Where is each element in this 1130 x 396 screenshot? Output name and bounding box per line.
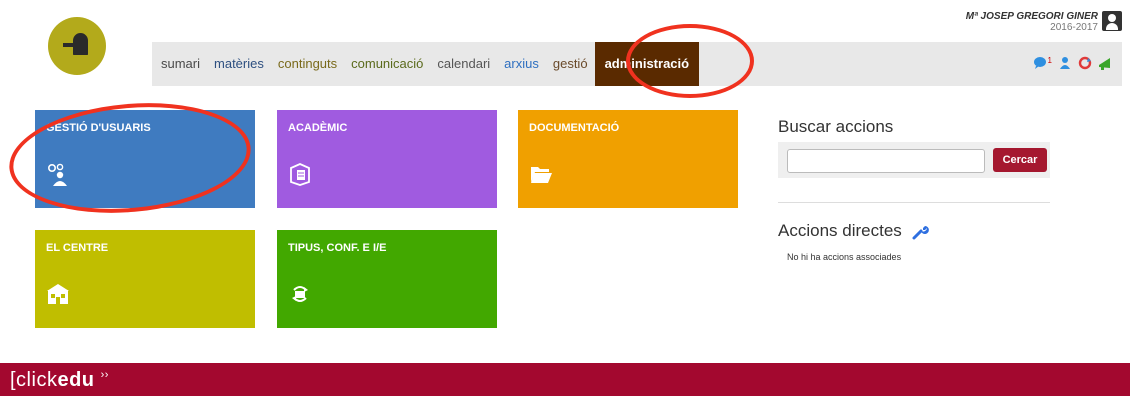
brand-arrows-icon: ›› [100, 369, 109, 381]
logo-bar [63, 43, 77, 47]
nav-item-comunicacio[interactable]: comunicació [344, 42, 430, 86]
refresh-icon[interactable] [1078, 56, 1092, 70]
user-name: Mª JOSEP GREGORI GINER [965, 11, 1098, 22]
wrench-icon[interactable] [911, 223, 929, 241]
clickedu-logo: [clickedu ›› [10, 369, 109, 392]
school-year: 2016-2017 [1050, 22, 1098, 33]
direct-actions-title: Accions directes [778, 221, 929, 241]
nav-item-gestio[interactable]: gestió [546, 42, 595, 86]
tile-el-centre[interactable]: EL CENTRE [35, 230, 255, 328]
avatar-icon[interactable] [1102, 11, 1122, 31]
nav-item-arxius[interactable]: arxius [497, 42, 546, 86]
direct-actions-label: Accions directes [778, 221, 902, 240]
search-button[interactable]: Cercar [993, 148, 1047, 172]
user-info: Mª JOSEP GREGORI GINER 2016-2017 [966, 11, 1098, 33]
notification-count: 1 [1047, 55, 1052, 65]
tile-title: ACADÈMIC [288, 122, 348, 134]
divider [778, 202, 1050, 203]
search-title: Buscar accions [778, 117, 894, 136]
tile-title: DOCUMENTACIÓ [529, 122, 620, 134]
chat-icon[interactable] [1033, 56, 1047, 70]
tile-tipus-conf[interactable]: TIPUS, CONF. E I/E [277, 230, 497, 328]
highlight-oval-admin [626, 24, 754, 98]
school-icon [47, 284, 69, 304]
sync-icon [292, 286, 308, 302]
nav-item-materies[interactable]: matèries [207, 42, 271, 86]
folder-icon [531, 167, 552, 183]
footer: [clickedu ›› [0, 363, 1130, 396]
search-input[interactable] [787, 149, 985, 173]
book-icon [290, 163, 310, 186]
tile-title: TIPUS, CONF. E I/E [288, 242, 387, 254]
brand-edu: edu [57, 369, 95, 391]
app-logo[interactable] [48, 17, 106, 75]
user-icon[interactable] [1058, 56, 1072, 70]
nav-item-sumari[interactable]: sumari [152, 42, 207, 86]
tile-title: EL CENTRE [46, 242, 109, 254]
nav-icons: 1 [1033, 56, 1112, 70]
tile-academic[interactable]: ACADÈMIC [277, 110, 497, 208]
search-panel: Cercar [778, 142, 1050, 178]
tile-documentacio[interactable]: DOCUMENTACIÓ [518, 110, 738, 208]
nav-item-calendari[interactable]: calendari [430, 42, 497, 86]
announce-icon[interactable] [1098, 56, 1112, 70]
no-actions-text: No hi ha accions associades [787, 252, 902, 262]
brand-click: [click [10, 369, 58, 391]
nav-item-continguts[interactable]: continguts [271, 42, 344, 86]
